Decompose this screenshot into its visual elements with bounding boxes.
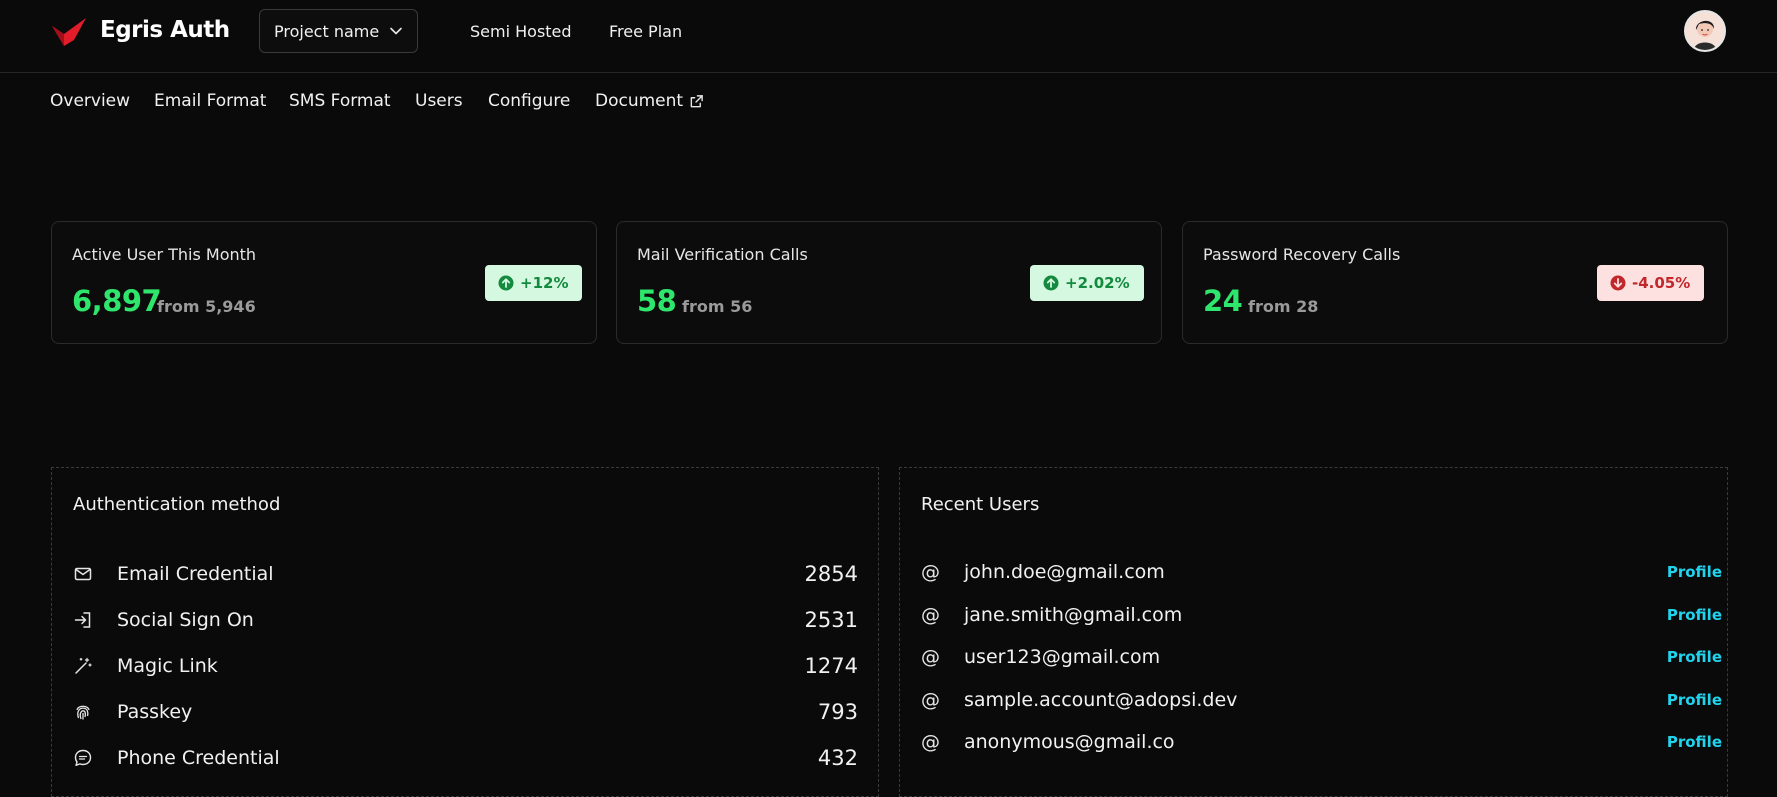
auth-method-row: Social Sign On 2531 xyxy=(73,605,858,635)
auth-method-row: Email Credential 2854 xyxy=(73,559,858,589)
user-email: jane.smith@gmail.com xyxy=(964,604,1183,626)
panel-title: Authentication method xyxy=(73,494,281,515)
stat-title: Active User This Month xyxy=(72,245,257,264)
fingerprint-icon xyxy=(76,705,90,720)
tab-configure[interactable]: Configure xyxy=(488,91,570,111)
mail-icon xyxy=(74,567,92,581)
at-icon: @ xyxy=(921,646,940,668)
tab-email-format-label: Email Format xyxy=(154,91,267,111)
auth-method-name: Social Sign On xyxy=(117,609,254,631)
auth-method-count: 1274 xyxy=(804,654,858,678)
stat-value: 6,897 xyxy=(72,284,162,318)
tab-overview-label: Overview xyxy=(50,91,131,111)
arrow-up-circle-icon xyxy=(1043,275,1059,291)
auth-method-count: 793 xyxy=(817,700,858,724)
avatar-illustration xyxy=(1686,12,1724,50)
stat-title: Mail Verification Calls xyxy=(637,245,808,264)
project-select-label: Project name xyxy=(274,21,380,41)
tab-document[interactable]: Document xyxy=(595,91,704,111)
at-icon: @ xyxy=(921,689,940,711)
brand-name[interactable]: Egris Auth xyxy=(100,17,230,43)
project-select[interactable]: Project name xyxy=(259,9,418,53)
stat-from: from 28 xyxy=(1248,297,1319,316)
tab-overview[interactable]: Overview xyxy=(50,91,130,111)
profile-link[interactable]: Profile xyxy=(1667,733,1722,751)
profile-link[interactable]: Profile xyxy=(1667,691,1722,709)
stat-change-badge: -4.05% xyxy=(1597,265,1705,301)
stat-card-password-recovery: Password Recovery Calls 24 from 28 -4.05… xyxy=(1182,221,1728,344)
profile-link[interactable]: Profile xyxy=(1667,606,1722,624)
auth-method-name: Magic Link xyxy=(117,655,218,677)
tab-configure-label: Configure xyxy=(488,91,571,111)
stat-value: 24 xyxy=(1203,284,1243,318)
recent-user-row: @ john.doe@gmail.com Profile xyxy=(921,558,1722,586)
arrow-down-circle-icon xyxy=(1610,275,1626,291)
user-email: user123@gmail.com xyxy=(964,646,1161,668)
auth-method-count: 2531 xyxy=(804,608,858,632)
user-email: john.doe@gmail.com xyxy=(964,561,1165,583)
stat-change-badge: +2.02% xyxy=(1030,265,1144,301)
tab-email-format[interactable]: Email Format xyxy=(154,91,266,111)
stat-from: from 56 xyxy=(682,297,753,316)
recent-users-panel: Recent Users @ john.doe@gmail.com Profil… xyxy=(899,467,1728,797)
stat-change-value: +12% xyxy=(520,274,569,292)
user-avatar[interactable] xyxy=(1684,10,1726,52)
free-plan-link[interactable]: Free Plan xyxy=(609,22,682,41)
auth-method-name: Passkey xyxy=(117,701,193,723)
stat-from: from 5,946 xyxy=(157,297,256,316)
tab-sms-format-label: SMS Format xyxy=(289,91,391,111)
tab-sms-format[interactable]: SMS Format xyxy=(289,91,391,111)
profile-link[interactable]: Profile xyxy=(1667,563,1722,581)
auth-method-name: Phone Credential xyxy=(117,747,280,769)
at-icon: @ xyxy=(921,604,940,626)
semi-hosted-link[interactable]: Semi Hosted xyxy=(470,22,572,41)
auth-method-row: Phone Credential 432 xyxy=(73,743,858,773)
chevron-down-icon xyxy=(390,27,402,35)
auth-method-row: Magic Link 1274 xyxy=(73,651,858,681)
stat-card-active-users: Active User This Month 6,897 from 5,946 … xyxy=(51,221,597,344)
user-email: sample.account@adopsi.dev xyxy=(964,689,1238,711)
external-link-icon xyxy=(690,94,703,107)
stat-value: 58 xyxy=(637,284,677,318)
stat-change-value: -4.05% xyxy=(1632,274,1691,292)
auth-method-count: 432 xyxy=(817,746,858,770)
stat-title: Password Recovery Calls xyxy=(1203,245,1401,264)
top-bar: Egris Auth Project name Semi Hosted Free… xyxy=(0,0,1777,73)
at-icon: @ xyxy=(921,561,940,583)
tab-users[interactable]: Users xyxy=(415,91,463,111)
auth-method-count: 2854 xyxy=(804,562,858,586)
tab-users-label: Users xyxy=(415,91,463,111)
stat-change-value: +2.02% xyxy=(1065,274,1130,292)
profile-link[interactable]: Profile xyxy=(1667,648,1722,666)
panel-title: Recent Users xyxy=(921,494,1040,515)
authentication-method-panel: Authentication method Email Credential 2… xyxy=(51,467,879,797)
auth-method-row: Passkey 793 xyxy=(73,697,858,727)
message-icon xyxy=(74,749,92,766)
recent-user-row: @ anonymous@gmail.co Profile xyxy=(921,728,1722,756)
stat-change-badge: +12% xyxy=(485,265,583,301)
at-icon: @ xyxy=(921,731,940,753)
arrow-up-circle-icon xyxy=(498,275,514,291)
tab-document-label: Document xyxy=(595,91,684,111)
user-email: anonymous@gmail.co xyxy=(964,731,1175,753)
sign-in-icon xyxy=(74,612,91,628)
recent-user-row: @ jane.smith@gmail.com Profile xyxy=(921,601,1722,629)
egris-logo-icon[interactable] xyxy=(50,16,90,48)
stat-card-mail-verification: Mail Verification Calls 58 from 56 +2.02… xyxy=(616,221,1162,344)
recent-user-row: @ sample.account@adopsi.dev Profile xyxy=(921,686,1722,714)
magic-wand-icon xyxy=(75,657,92,674)
recent-user-row: @ user123@gmail.com Profile xyxy=(921,643,1722,671)
auth-method-name: Email Credential xyxy=(117,563,274,585)
